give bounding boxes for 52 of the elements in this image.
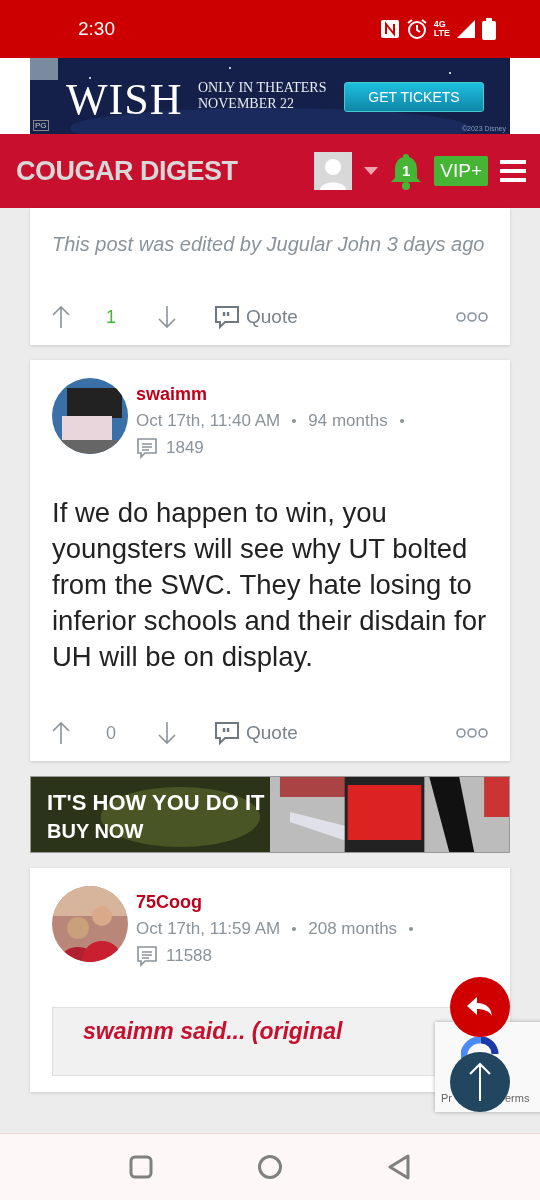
more-options-icon[interactable] — [456, 727, 488, 739]
back-icon[interactable] — [387, 1154, 411, 1180]
quote-icon — [214, 305, 240, 329]
upvote-icon[interactable] — [52, 305, 70, 329]
separator-dot — [409, 927, 414, 931]
nfc-icon — [379, 19, 400, 39]
post-date: Oct 17th, 11:40 AM — [136, 411, 281, 431]
caret-icon[interactable] — [364, 167, 379, 175]
quote-button[interactable]: Quote — [214, 721, 298, 745]
separator-dot — [292, 419, 297, 423]
more-options-icon[interactable] — [456, 311, 488, 323]
vote-score: 1 — [106, 306, 116, 328]
advertisement-banner[interactable]: IT'S HOW YOU DO IT BUY NOW — [30, 776, 510, 853]
quote-icon — [214, 721, 240, 745]
post-text: If we do happen to win, you youngsters will see why UT bolted from the SWC. They hate losing to inferior schools and their disdain for UH will be on display. — [52, 496, 488, 674]
ad-text: IT'S HOW YOU DO IT BUY NOW — [47, 789, 265, 844]
ad-text: ONLY IN THEATERS NOVEMBER 22 — [198, 80, 327, 112]
post-date: Oct 17th, 11:59 AM — [136, 919, 281, 939]
avatar-icon[interactable] — [314, 152, 353, 190]
home-icon[interactable] — [257, 1154, 283, 1180]
member-tenure: 208 months — [308, 919, 398, 939]
post-count: 1849 — [166, 438, 204, 458]
quote-heading: swaimm said... (original — [83, 1018, 343, 1044]
menu-icon[interactable] — [500, 160, 526, 182]
upvote-icon[interactable] — [52, 721, 70, 745]
alarm-icon — [405, 18, 428, 40]
vote-score: 0 — [106, 722, 116, 744]
username-link[interactable]: 75Coog — [136, 892, 414, 913]
rating-label: PG — [33, 120, 49, 131]
comment-icon — [136, 437, 158, 459]
recaptcha-text: Pr — [441, 1092, 452, 1104]
vip-button[interactable]: VIP+ — [434, 156, 488, 186]
downvote-icon[interactable] — [158, 721, 176, 745]
quote-button[interactable]: Quote — [214, 305, 298, 329]
get-tickets-button[interactable]: GET TICKETS — [344, 82, 484, 112]
username-link[interactable]: swaimm — [136, 384, 404, 405]
member-tenure: 94 months — [308, 411, 388, 431]
recaptcha-text: erms — [505, 1092, 530, 1104]
ad-title: WISH — [66, 76, 183, 124]
recent-apps-icon[interactable] — [129, 1155, 153, 1179]
edit-note: This post was edited by Jugular John 3 days ago — [52, 232, 486, 257]
separator-dot — [399, 419, 404, 423]
post-count: 11588 — [166, 946, 212, 966]
separator-dot — [292, 927, 297, 931]
signal-icon — [456, 19, 476, 39]
network-type: 4G LTE — [433, 20, 450, 38]
arrow-up-icon — [468, 1062, 492, 1102]
downvote-icon[interactable] — [158, 305, 176, 329]
clock: 2:30 — [78, 18, 115, 40]
battery-icon — [482, 18, 496, 40]
site-logo[interactable]: COUGAR DIGEST — [16, 155, 238, 187]
comment-icon — [136, 945, 158, 967]
